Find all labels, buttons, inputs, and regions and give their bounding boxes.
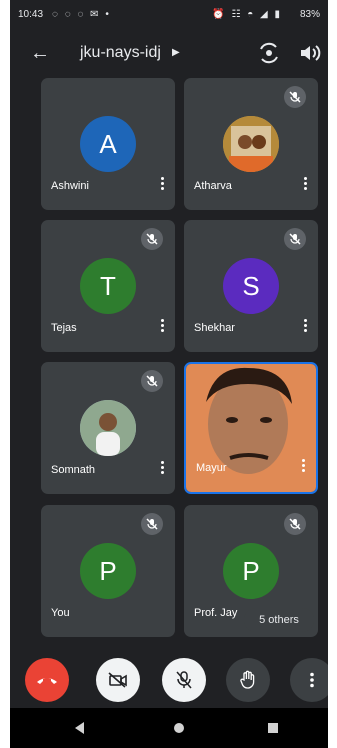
more-options-icon[interactable] — [302, 318, 308, 334]
participant-name: Tejas — [51, 322, 77, 334]
phone-screen: 10:43 ◌ ◌ ◌ ✉ • ⏰ ☷ ◓ ◢ ▮ 83% ← jku-nays… — [10, 0, 328, 748]
participant-name: Mayur — [196, 462, 227, 474]
participant-tile-tejas[interactable]: T Tejas — [41, 220, 175, 352]
participant-name: Ashwini — [51, 180, 89, 192]
participant-tile-mayur[interactable]: Mayur — [184, 362, 318, 494]
avatar-initial: T — [100, 270, 116, 301]
more-options-icon[interactable] — [159, 460, 165, 476]
hand-icon — [240, 670, 255, 689]
end-call-button[interactable] — [25, 658, 69, 702]
nav-recents-icon[interactable] — [268, 723, 278, 733]
participant-name: Prof. Jay — [194, 607, 238, 619]
notification-icons: ◌ ◌ ◌ ✉ • — [52, 9, 111, 20]
more-options-icon[interactable] — [159, 176, 165, 192]
participant-tile-atharva[interactable]: Atharva — [184, 78, 318, 210]
more-vert-icon — [310, 672, 314, 688]
speaker-icon[interactable] — [299, 40, 321, 66]
avatar-initial: S — [242, 270, 260, 301]
system-icons: ⏰ ☷ ◓ ◢ ▮ — [212, 9, 282, 20]
participant-name: You — [51, 607, 70, 619]
nav-back-icon[interactable] — [75, 722, 84, 734]
mic-toggle-button[interactable] — [162, 658, 206, 702]
avatar-initial: P — [242, 555, 260, 586]
battery-level: 83% — [299, 9, 320, 20]
avatar: P — [80, 543, 136, 599]
participant-tile-shekhar[interactable]: S Shekhar — [184, 220, 318, 352]
mic-off-icon — [176, 671, 192, 689]
mic-muted-icon — [141, 370, 163, 392]
raise-hand-button[interactable] — [226, 658, 270, 702]
others-badge[interactable]: 5 others — [244, 608, 314, 632]
avatar-photo — [80, 400, 136, 456]
avatar-initial: P — [99, 555, 117, 586]
mic-muted-icon — [141, 513, 163, 535]
participant-tile-ashwini[interactable]: A Ashwini — [41, 78, 175, 210]
meeting-code[interactable]: jku-nays-idj — [80, 44, 161, 62]
more-options-button[interactable] — [290, 658, 328, 702]
caret-right-icon[interactable]: ▶ — [172, 47, 180, 58]
avatar: S — [223, 258, 279, 314]
avatar: P — [223, 543, 279, 599]
avatar: A — [80, 116, 136, 172]
nav-home-icon[interactable] — [174, 723, 184, 733]
call-controls — [10, 650, 328, 706]
participant-name: Shekhar — [194, 322, 235, 334]
participant-name: Atharva — [194, 180, 232, 192]
meeting-header: ← jku-nays-idj ▶ — [10, 30, 328, 78]
back-arrow-icon[interactable]: ← — [30, 42, 50, 65]
avatar-initial: A — [99, 128, 117, 159]
more-options-icon[interactable] — [159, 318, 165, 334]
status-bar: 10:43 ◌ ◌ ◌ ✉ • ⏰ ☷ ◓ ◢ ▮ 83% — [10, 0, 328, 30]
status-time: 10:43 — [18, 9, 44, 20]
avatar-photo — [223, 116, 279, 172]
mic-muted-icon — [141, 228, 163, 250]
participant-name: Somnath — [51, 464, 96, 476]
participant-video — [186, 364, 316, 492]
more-options-icon[interactable] — [300, 458, 306, 474]
hang-up-icon — [37, 678, 57, 684]
mic-muted-icon — [284, 228, 306, 250]
participant-tile-you[interactable]: P You — [41, 505, 175, 637]
participant-tile-somnath[interactable]: Somnath — [41, 362, 175, 494]
camera-off-icon — [108, 672, 127, 688]
avatar: T — [80, 258, 136, 314]
mic-muted-icon — [284, 86, 306, 108]
switch-camera-icon[interactable] — [256, 40, 282, 66]
more-options-icon[interactable] — [302, 176, 308, 192]
android-nav-bar — [10, 708, 328, 748]
mic-muted-icon — [284, 513, 306, 535]
camera-toggle-button[interactable] — [96, 658, 140, 702]
